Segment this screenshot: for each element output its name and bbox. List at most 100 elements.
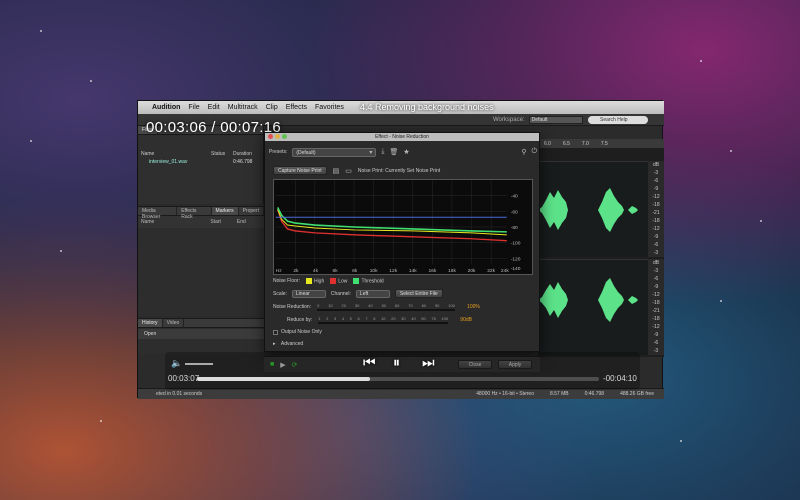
menu-favorites[interactable]: Favorites: [315, 104, 344, 111]
star: [680, 440, 682, 442]
menu-multitrack[interactable]: Multitrack: [228, 104, 258, 111]
wand-icon[interactable]: ⚲: [521, 148, 526, 156]
status-message: eted in 0.01 seconds: [156, 391, 203, 397]
status-sample-format: 48000 Hz • 16-bit • Stereo: [476, 391, 534, 397]
files-panel: Files Name Status Duration interview_01.…: [138, 126, 264, 204]
rb-tick: 75: [431, 316, 436, 321]
star: [40, 30, 42, 32]
legend-high-swatch: [305, 278, 312, 284]
rb-slider-bar: [318, 322, 449, 324]
tab-history[interactable]: History: [138, 319, 163, 327]
status-size: 8.57 MB: [549, 391, 569, 397]
fast-forward-icon[interactable]: ⏭: [422, 354, 435, 371]
menu-audition[interactable]: Audition: [152, 104, 180, 111]
delete-preset-icon[interactable]: 🗑: [389, 148, 398, 156]
reduce-by-value[interactable]: 90dB: [460, 317, 472, 323]
menu-file[interactable]: File: [188, 104, 199, 111]
search-help-input[interactable]: Search Help: [588, 116, 648, 124]
channel-label: Channel:: [330, 290, 351, 297]
scale-select[interactable]: Linear: [291, 289, 326, 298]
power-icon[interactable]: ⏻: [531, 148, 537, 156]
waveform-track-right[interactable]: [538, 259, 648, 355]
noise-reduction-slider[interactable]: 0 10 20 30 40 50 60 70 80 90 100: [317, 303, 456, 311]
db-tick: -9: [653, 234, 659, 240]
status-free-space: 488.26 GB free: [620, 391, 654, 397]
graph-x-tick: 24k: [501, 268, 509, 274]
timecode-current: 00:03:06: [146, 119, 207, 136]
player-progress-bar[interactable]: [197, 377, 599, 381]
db-tick: -12: [652, 226, 660, 232]
volume-icon[interactable]: 🔈: [171, 358, 182, 369]
zoom-window-icon[interactable]: [282, 134, 287, 139]
volume-slider[interactable]: [185, 363, 213, 365]
legend-threshold[interactable]: Threshold: [353, 278, 384, 284]
tab-effects-rack[interactable]: Effects Rack: [177, 207, 212, 220]
menu-effects[interactable]: Effects: [286, 104, 307, 111]
rb-tick: 4: [341, 316, 345, 321]
db-tick: -3: [653, 250, 659, 256]
tab-media-browser[interactable]: Media Browser: [138, 207, 178, 220]
graph-y-tick: -80: [511, 225, 518, 231]
waveform-right: [538, 278, 638, 322]
nr-slider-bar: [317, 309, 456, 311]
player-progress-fill: [197, 377, 370, 381]
history-panel: History Video Open: [138, 318, 264, 354]
disclosure-triangle-icon: ▸: [273, 341, 276, 347]
graph-y-tick: -140: [511, 266, 521, 272]
menu-edit[interactable]: Edit: [208, 104, 220, 111]
open-noise-print-icon[interactable]: ▭: [345, 167, 352, 175]
history-entry[interactable]: Open: [138, 329, 264, 339]
file-row[interactable]: interview_01.wav 0:46.798: [141, 159, 259, 165]
noise-floor-legend: Noise Floor: High Low Threshold: [273, 278, 384, 284]
markers-panel: Media Browser Effects Rack Markers Prope…: [138, 206, 264, 316]
ruler-tick: 7.0: [581, 140, 589, 147]
ruler-tick: 6.5: [562, 140, 570, 147]
save-preset-icon[interactable]: ⤓: [381, 148, 384, 156]
tab-video[interactable]: Video: [163, 319, 185, 327]
legend-low-label: Low: [338, 278, 348, 285]
graph-x-tick: 18k: [448, 268, 456, 274]
markers-panel-tabs: Media Browser Effects Rack Markers Prope…: [138, 207, 264, 220]
legend-high[interactable]: High: [305, 278, 325, 285]
minimize-window-icon[interactable]: [275, 134, 280, 139]
waveform-track-left[interactable]: [538, 161, 648, 257]
pause-icon[interactable]: ⏸: [393, 354, 400, 371]
star: [60, 250, 62, 252]
scale-label: Scale:: [273, 290, 287, 297]
rewind-icon[interactable]: ⏮: [363, 354, 376, 371]
nr-tick: 0: [317, 303, 320, 308]
nr-tick: 70: [408, 303, 413, 308]
tab-properties[interactable]: Propert: [239, 207, 264, 215]
presets-select[interactable]: (Default): [292, 147, 377, 157]
files-header: Name Status Duration: [141, 151, 259, 157]
favorite-star-icon[interactable]: ★: [403, 148, 409, 156]
noise-graph[interactable]: -40 -60 -80 -100 -120 -140 Hz 2k 4k 6k 8…: [273, 179, 533, 275]
capture-noise-print-button[interactable]: Capture Noise Print: [273, 166, 327, 175]
advanced-toggle[interactable]: ▸ Advanced: [273, 341, 303, 347]
rb-tick: 40: [411, 316, 416, 321]
save-noise-print-icon[interactable]: ▤: [333, 167, 340, 175]
output-noise-checkbox[interactable]: [273, 329, 278, 335]
col-start: Start: [210, 219, 221, 225]
menu-clip[interactable]: Clip: [266, 104, 278, 111]
select-entire-file-button[interactable]: Select Entire File: [394, 289, 443, 298]
graph-x-tick: 14k: [409, 268, 417, 274]
noise-reduction-value[interactable]: 100%: [467, 304, 480, 310]
legend-high-label: High: [313, 278, 325, 285]
rb-ticks: 1 2 3 4 5 6 7 8 10 20 30 40 50 75 100: [318, 316, 448, 321]
reduce-by-slider[interactable]: 1 2 3 4 5 6 7 8 10 20 30 40 50 75 100: [318, 316, 449, 324]
nr-tick: 100: [448, 303, 455, 308]
presets-label: Presets:: [269, 149, 288, 155]
graph-x-tick: Hz: [276, 268, 283, 274]
star: [30, 140, 32, 142]
legend-low[interactable]: Low: [330, 278, 347, 284]
close-window-icon[interactable]: [268, 134, 273, 139]
db-tick: -9: [653, 186, 659, 192]
channel-select[interactable]: Left: [355, 289, 390, 298]
advanced-label: Advanced: [280, 341, 304, 347]
workspace-select[interactable]: Default: [528, 116, 583, 124]
presets-row: Presets: (Default) ⤓ 🗑 ★ ⚲ ⏻: [269, 146, 537, 158]
tab-markers[interactable]: Markers: [211, 207, 239, 215]
rb-tick: 7: [365, 316, 368, 321]
rb-tick: 5: [349, 316, 352, 321]
